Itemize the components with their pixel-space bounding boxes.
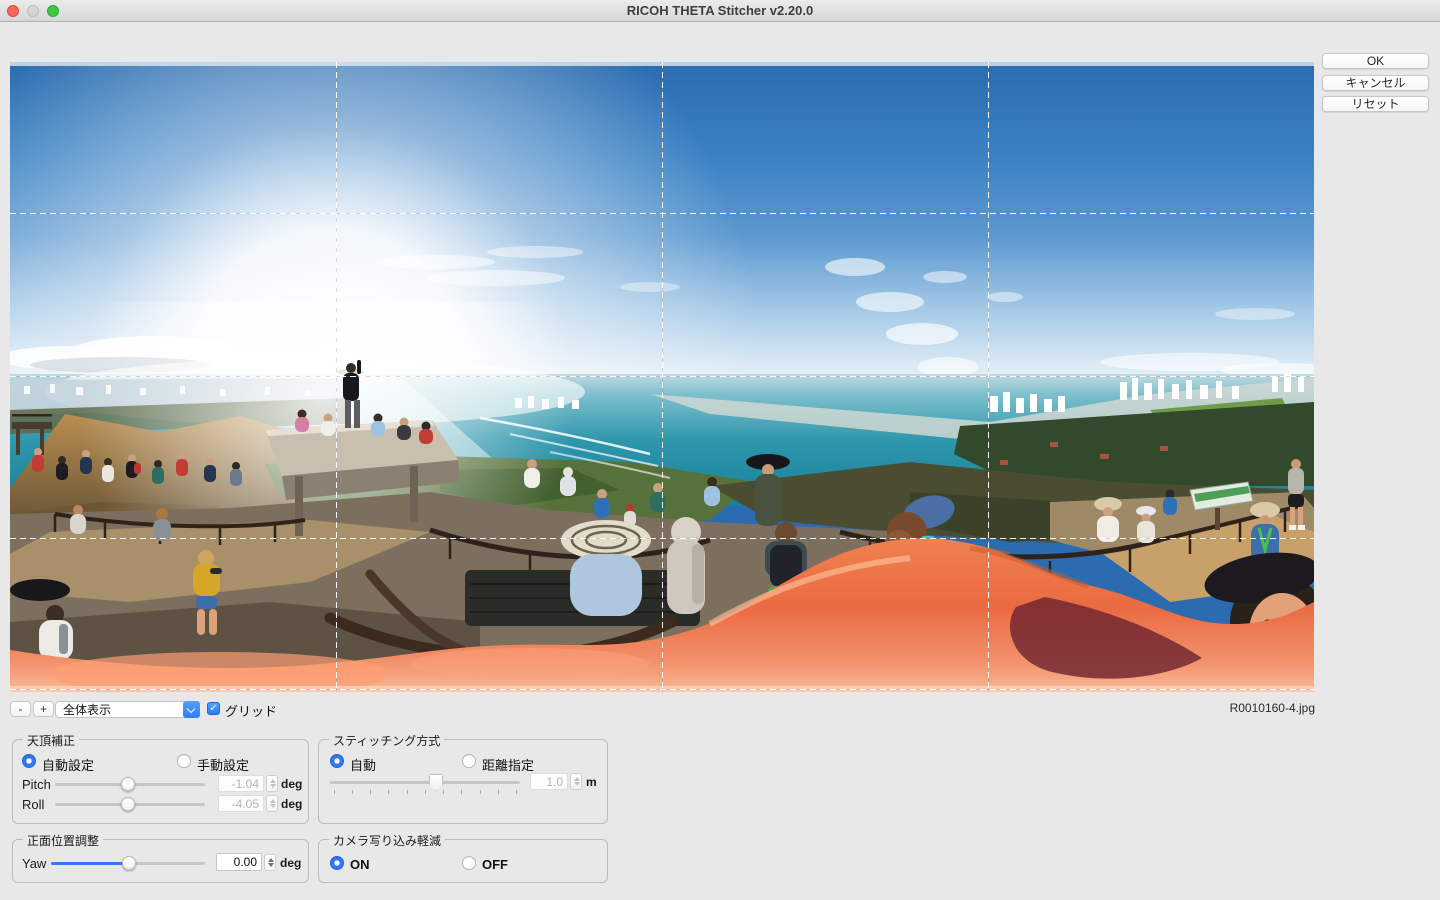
grid-checkbox-label[interactable]: グリッド (225, 701, 277, 720)
stitching-distance-label[interactable]: 距離指定 (482, 755, 534, 774)
pitch-value-field: -1.04 (218, 775, 264, 792)
stitching-auto-radio[interactable] (330, 754, 344, 768)
distance-unit-label: m (586, 775, 597, 789)
zoom-in-button[interactable]: + (33, 701, 54, 717)
roll-value-field: -4.05 (218, 795, 264, 812)
zoom-out-button[interactable]: - (10, 701, 31, 717)
grid-checkbox[interactable]: ✓ (207, 702, 220, 715)
roll-label: Roll (22, 797, 44, 812)
yaw-label: Yaw (22, 856, 46, 871)
title-bar: RICOH THETA Stitcher v2.20.0 (0, 0, 1440, 22)
lens-reduction-on-radio[interactable] (330, 856, 344, 870)
zenith-manual-label[interactable]: 手動設定 (197, 755, 249, 774)
zoom-level-select[interactable]: 全体表示 (55, 701, 200, 718)
zenith-correction-group: 天頂補正 (12, 739, 309, 824)
roll-slider-thumb (121, 797, 135, 811)
zoom-level-value: 全体表示 (63, 702, 111, 718)
zenith-correction-title: 天頂補正 (23, 732, 79, 749)
zenith-auto-radio[interactable] (22, 754, 36, 768)
pitch-slider-thumb (121, 777, 135, 791)
panorama-preview (10, 62, 1314, 692)
zenith-manual-radio[interactable] (177, 754, 191, 768)
reset-button[interactable]: リセット (1322, 96, 1429, 112)
roll-stepper (266, 795, 278, 812)
pitch-label: Pitch (22, 777, 51, 792)
distance-value-field: 1.0 (530, 773, 568, 790)
roll-unit-label: deg (281, 797, 302, 811)
front-position-title: 正面位置調整 (23, 832, 103, 849)
pitch-unit-label: deg (281, 777, 302, 791)
yaw-value-field[interactable]: 0.00 (216, 853, 262, 871)
yaw-slider-fill (51, 862, 129, 865)
chevron-down-icon (183, 701, 200, 718)
stitching-method-title: スティッチング方式 (329, 732, 444, 749)
stitching-distance-radio[interactable] (462, 754, 476, 768)
yaw-slider-thumb[interactable] (122, 856, 136, 870)
zenith-auto-label[interactable]: 自動設定 (42, 755, 94, 774)
lens-reduction-title: カメラ写り込み軽減 (329, 832, 445, 849)
distance-slider-track (330, 781, 520, 784)
yaw-unit-label: deg (280, 856, 301, 870)
window-title: RICOH THETA Stitcher v2.20.0 (0, 0, 1440, 22)
lens-reduction-on-label[interactable]: ON (350, 857, 370, 872)
ok-button[interactable]: OK (1322, 53, 1429, 69)
lens-reduction-off-label[interactable]: OFF (482, 857, 508, 872)
lens-reduction-off-radio[interactable] (462, 856, 476, 870)
cancel-button[interactable]: キャンセル (1322, 75, 1429, 91)
pitch-stepper (266, 775, 278, 792)
yaw-stepper[interactable] (264, 854, 276, 871)
distance-stepper (570, 773, 582, 790)
filename-label: R0010160-4.jpg (1100, 701, 1315, 715)
panorama-scene (10, 62, 1314, 692)
stitching-auto-label[interactable]: 自動 (350, 755, 376, 774)
